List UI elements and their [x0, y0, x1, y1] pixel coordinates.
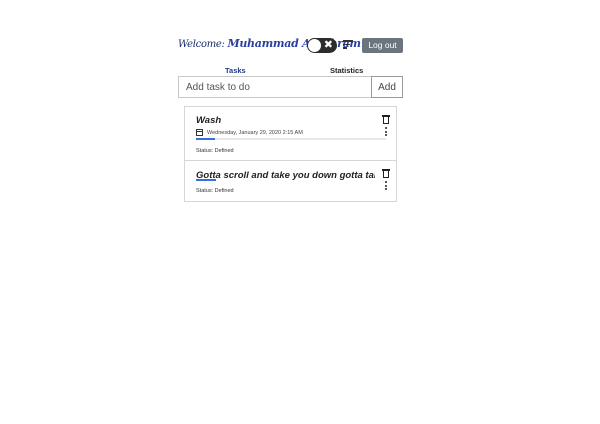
task-progress-bar — [196, 179, 216, 181]
user-name: Muhammad Ali Akram — [227, 37, 361, 50]
close-icon: ✖ — [323, 39, 333, 51]
welcome-prefix: Welcome — [178, 39, 222, 50]
tab-statistics[interactable]: Statistics — [330, 66, 363, 75]
task-title: Wash — [196, 115, 222, 126]
sort-icon[interactable] — [343, 40, 353, 50]
task-list: Wash Wednesday, January 29, 2020 2:15 AM… — [184, 106, 397, 202]
task-card[interactable]: Wash Wednesday, January 29, 2020 2:15 AM… — [185, 107, 396, 161]
logout-button[interactable]: Log out — [362, 38, 403, 53]
task-status: Status: Defined — [196, 188, 234, 194]
task-card[interactable]: Gotta scroll and take you down gotta tak… — [185, 161, 396, 201]
theme-toggle[interactable]: ✖ — [307, 38, 337, 53]
task-progress-bar — [196, 138, 386, 140]
app-header: Welcome: Muhammad Ali Akram ✖ Log out — [178, 35, 403, 55]
task-progress-fill — [196, 138, 215, 140]
calendar-icon — [196, 129, 203, 136]
more-vertical-icon[interactable] — [385, 181, 388, 192]
add-task-button[interactable]: Add — [371, 76, 403, 98]
add-task-form: Add — [178, 76, 403, 98]
task-title: Gotta scroll and take you down gotta tak… — [196, 170, 375, 181]
task-date: Wednesday, January 29, 2020 2:15 AM — [207, 130, 303, 136]
add-task-input[interactable] — [178, 76, 372, 98]
trash-icon[interactable] — [382, 169, 390, 178]
more-vertical-icon[interactable] — [385, 127, 388, 138]
task-status: Status: Defined — [196, 148, 234, 154]
tab-bar: Tasks Statistics — [178, 66, 403, 76]
task-progress-fill — [196, 179, 216, 181]
tab-tasks[interactable]: Tasks — [225, 66, 246, 75]
toggle-knob — [308, 39, 321, 52]
trash-icon[interactable] — [382, 115, 390, 124]
